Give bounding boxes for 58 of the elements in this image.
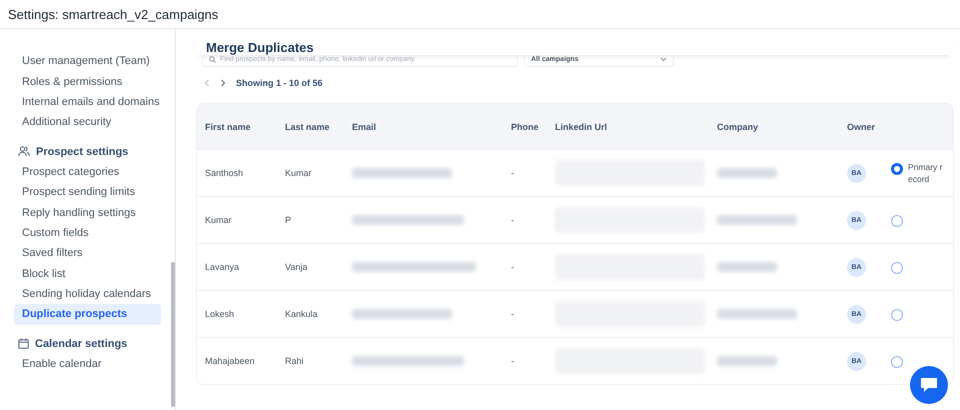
next-page-button[interactable] bbox=[220, 79, 226, 87]
search-icon bbox=[209, 56, 216, 63]
window-title: Settings: smartreach_v2_campaigns bbox=[0, 0, 960, 29]
column-header: Last name bbox=[285, 122, 331, 132]
radio-button[interactable] bbox=[891, 356, 903, 368]
page-title: Merge Duplicates bbox=[196, 29, 952, 55]
column-header: Linkedin Url bbox=[555, 122, 608, 132]
sidebar-item[interactable]: Roles & permissions bbox=[14, 71, 161, 92]
blurred-text bbox=[717, 168, 777, 178]
radio-button[interactable] bbox=[891, 309, 903, 321]
table-cell-text: Kumar bbox=[285, 168, 313, 178]
sidebar-item[interactable]: Prospect categories bbox=[14, 162, 161, 182]
chevron-down-icon bbox=[660, 57, 667, 62]
table-cell-text: Lavanya bbox=[205, 262, 240, 272]
column-header: Email bbox=[352, 122, 378, 132]
pagination-text: Showing 1 - 10 of 56 bbox=[236, 78, 323, 88]
sidebar-item[interactable]: Custom fields bbox=[14, 222, 161, 244]
sidebar-item[interactable]: Duplicate prospects bbox=[14, 304, 161, 325]
calendar-icon bbox=[18, 338, 29, 350]
table-cell-text: Vanja bbox=[285, 262, 308, 272]
table-cell-text: Santhosh bbox=[205, 168, 244, 178]
sidebar-item[interactable]: Enable calendar bbox=[14, 354, 161, 374]
radio-button[interactable] bbox=[891, 262, 903, 274]
table-cell-text: Rahi bbox=[285, 356, 305, 366]
chat-bubble-icon bbox=[920, 377, 938, 393]
table-cell-text: Kumar bbox=[205, 215, 233, 225]
sidebar-item[interactable]: Block list bbox=[14, 264, 161, 284]
sidebar-item[interactable]: Internal emails and domains bbox=[14, 92, 161, 112]
sidebar-item[interactable]: Prospect sending limits bbox=[14, 182, 161, 202]
table-cell-text: P bbox=[285, 215, 292, 225]
scrollbar-thumb[interactable] bbox=[171, 262, 175, 407]
chat-button[interactable] bbox=[910, 366, 948, 404]
sidebar-item[interactable]: User management (Team) bbox=[14, 51, 161, 72]
people-icon bbox=[18, 146, 30, 158]
radio-button[interactable] bbox=[891, 163, 903, 175]
radio-button[interactable] bbox=[891, 215, 903, 227]
table-cell-text: Lokesh bbox=[205, 309, 236, 319]
column-header: First name bbox=[205, 122, 252, 132]
sidebar-item[interactable]: Reply handling settings bbox=[14, 202, 161, 223]
table-cell-text: - bbox=[511, 262, 515, 272]
section-heading: Prospect settings bbox=[36, 146, 128, 158]
column-header: Owner bbox=[847, 122, 876, 132]
radio-label: Primary record bbox=[908, 161, 944, 185]
previous-page-button[interactable] bbox=[204, 79, 210, 87]
blurred-text bbox=[717, 262, 777, 272]
column-header: Phone bbox=[511, 122, 540, 132]
table-cell-text: - bbox=[511, 356, 515, 366]
blurred-text bbox=[717, 356, 777, 366]
column-header: Company bbox=[717, 122, 760, 132]
sidebar-item[interactable]: Additional security bbox=[14, 112, 161, 133]
table-cell-text: Kankula bbox=[285, 309, 319, 319]
sidebar-item[interactable]: Sending holiday calendars bbox=[14, 284, 161, 304]
table-cell-text: - bbox=[511, 309, 515, 319]
section-heading: Calendar settings bbox=[35, 338, 128, 350]
table-cell-text: Mahajabeen bbox=[205, 356, 256, 366]
table-cell-text: - bbox=[511, 168, 515, 178]
sidebar-item[interactable]: Saved filters bbox=[14, 243, 161, 264]
table-cell-text: - bbox=[511, 215, 515, 225]
